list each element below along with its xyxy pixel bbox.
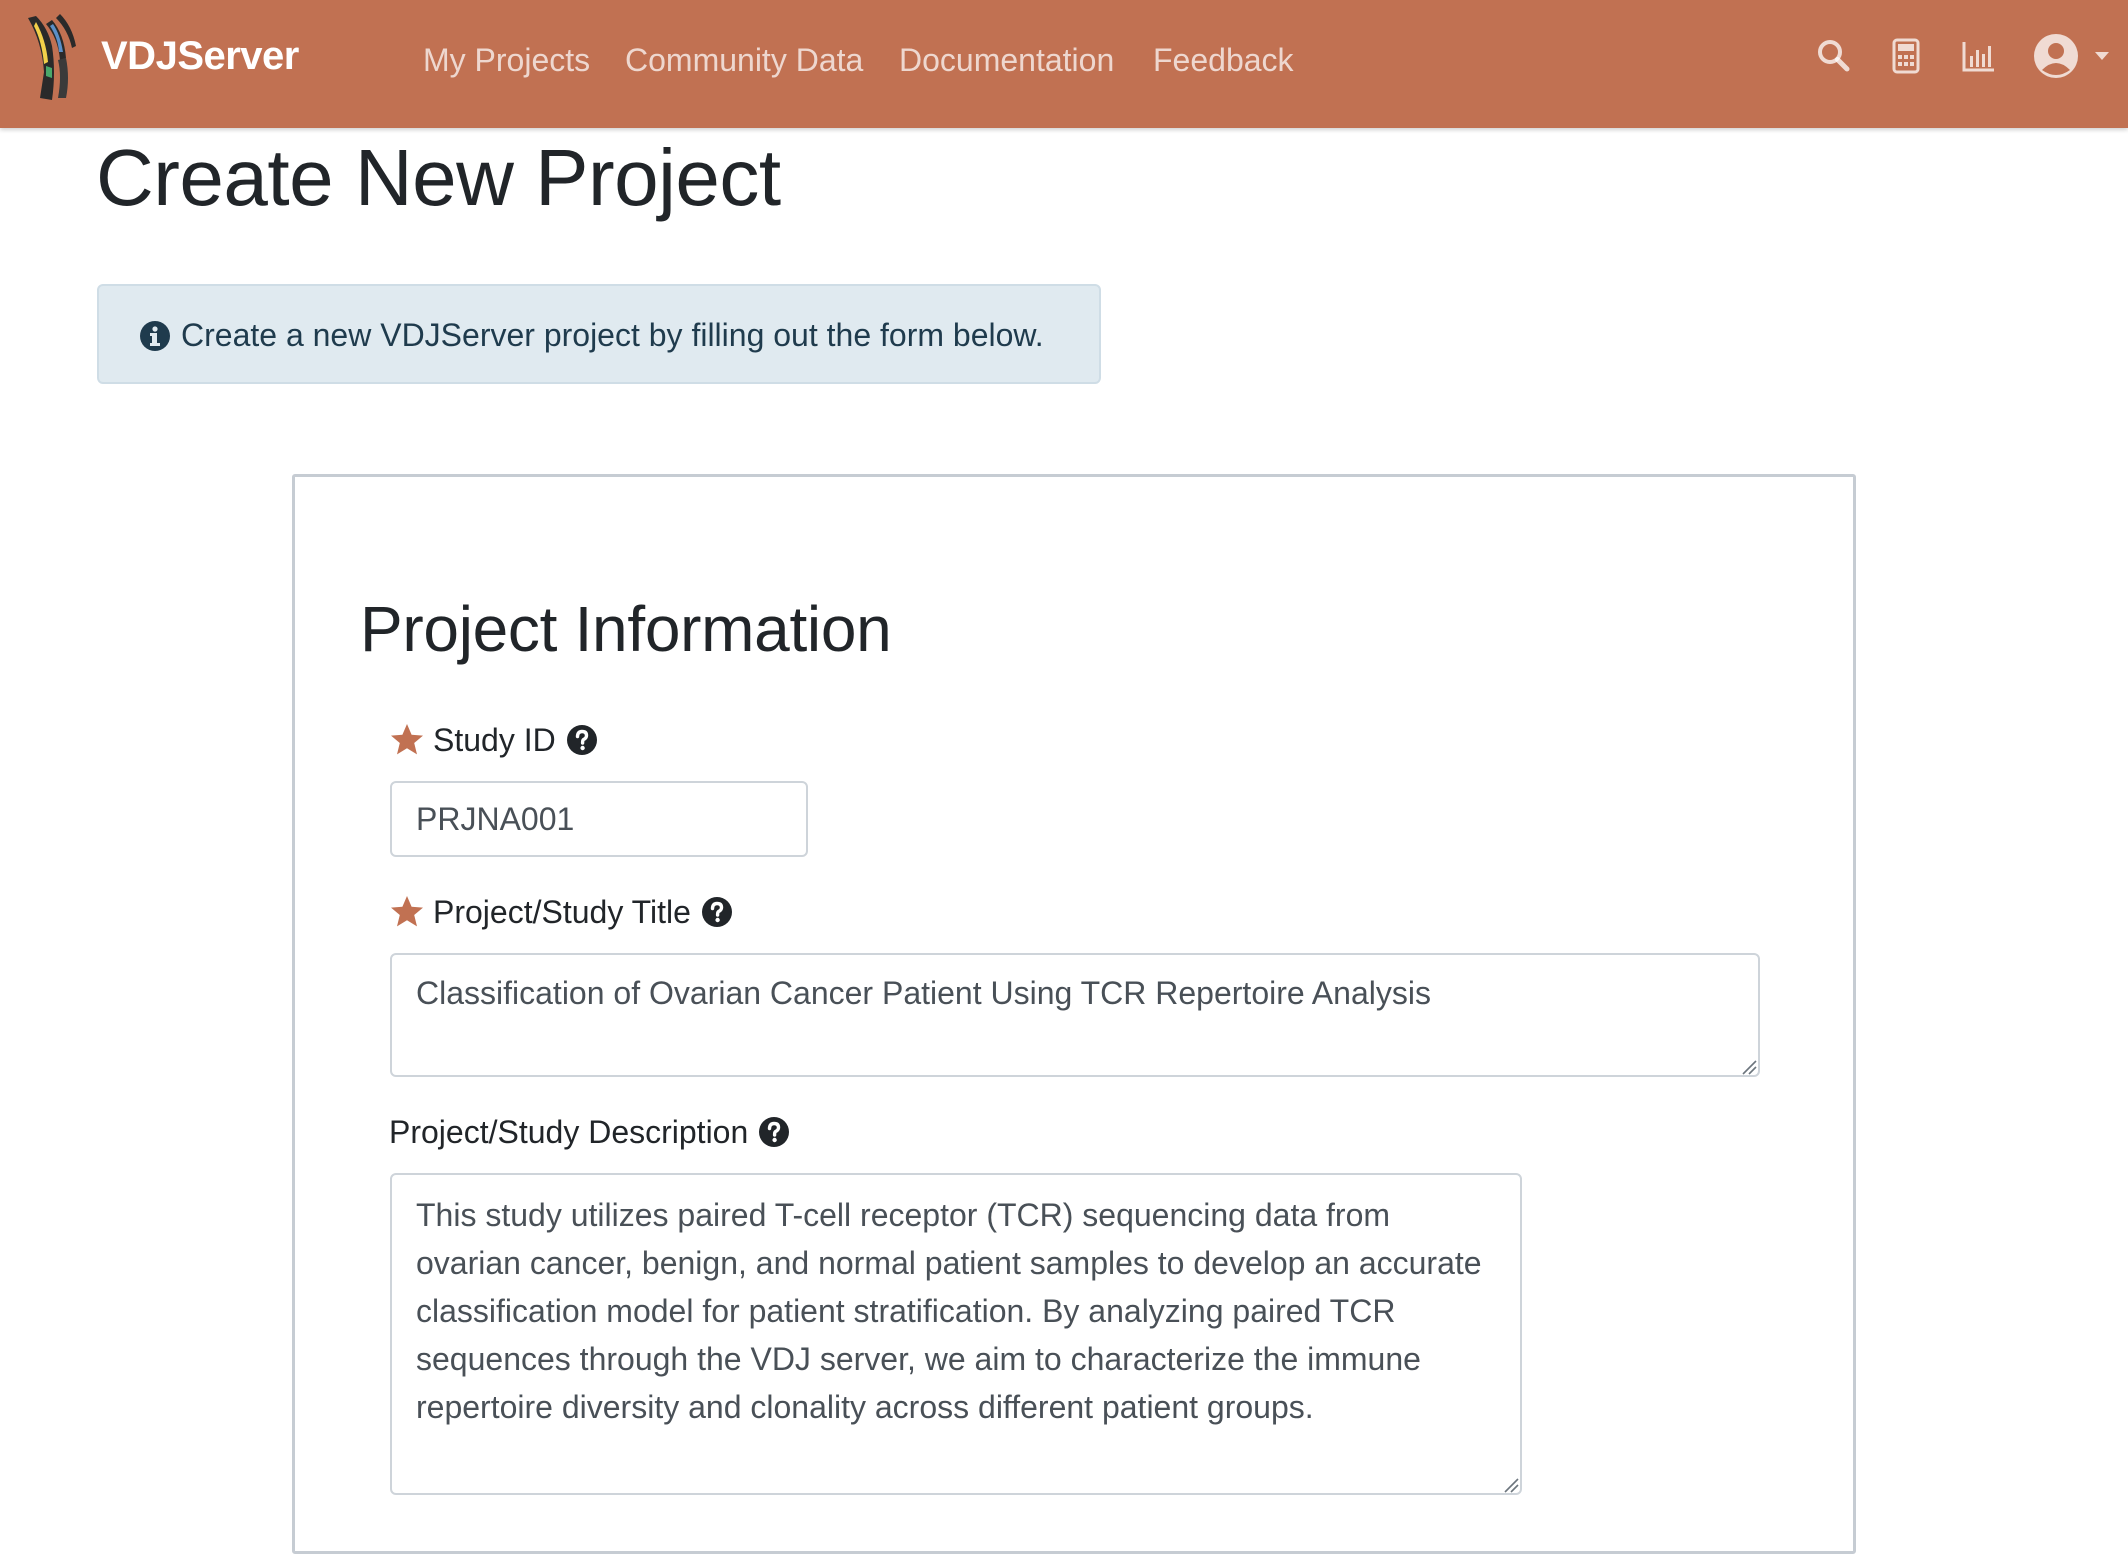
study-id-input[interactable]	[390, 781, 808, 857]
info-alert: Create a new VDJServer project by fillin…	[97, 284, 1101, 384]
project-description-label-text: Project/Study Description	[389, 1114, 749, 1150]
nav-link-feedback[interactable]: Feedback	[1153, 36, 1294, 84]
user-circle-icon[interactable]	[2032, 32, 2080, 80]
question-circle-icon[interactable]	[566, 724, 598, 756]
nav-link-my-projects[interactable]: My Projects	[423, 36, 590, 84]
brand-name[interactable]: VDJServer	[101, 28, 299, 84]
nav-link-documentation[interactable]: Documentation	[899, 36, 1114, 84]
project-title-label: Project/Study Title	[389, 891, 733, 933]
calculator-icon[interactable]	[1886, 36, 1926, 76]
study-id-label-text: Study ID	[433, 722, 556, 758]
vdjserver-logo-icon[interactable]	[22, 12, 78, 102]
resize-handle-icon[interactable]	[1501, 1475, 1519, 1493]
info-circle-icon	[140, 321, 170, 351]
project-description-label: Project/Study Description	[389, 1111, 790, 1153]
top-navbar: VDJServer My Projects Community Data Doc…	[0, 0, 2128, 128]
project-form-card: Project Information Study ID Project/Stu…	[292, 474, 1856, 1554]
nav-link-community-data[interactable]: Community Data	[625, 36, 863, 84]
required-star-icon	[391, 896, 423, 927]
chart-icon[interactable]	[1958, 36, 1998, 76]
question-circle-icon[interactable]	[701, 896, 733, 928]
required-star-icon	[391, 724, 423, 755]
question-circle-icon[interactable]	[758, 1116, 790, 1148]
section-heading: Project Information	[360, 593, 892, 665]
study-id-label: Study ID	[389, 719, 598, 761]
info-alert-text: Create a new VDJServer project by fillin…	[181, 317, 1044, 353]
search-icon[interactable]	[1814, 36, 1854, 76]
project-title-label-text: Project/Study Title	[433, 894, 691, 930]
page-title: Create New Project	[96, 133, 781, 222]
project-title-textarea[interactable]: Classification of Ovarian Cancer Patient…	[390, 953, 1760, 1077]
resize-handle-icon[interactable]	[1739, 1057, 1757, 1075]
caret-down-icon[interactable]	[2092, 46, 2112, 66]
project-description-textarea[interactable]: This study utilizes paired T-cell recept…	[390, 1173, 1522, 1495]
